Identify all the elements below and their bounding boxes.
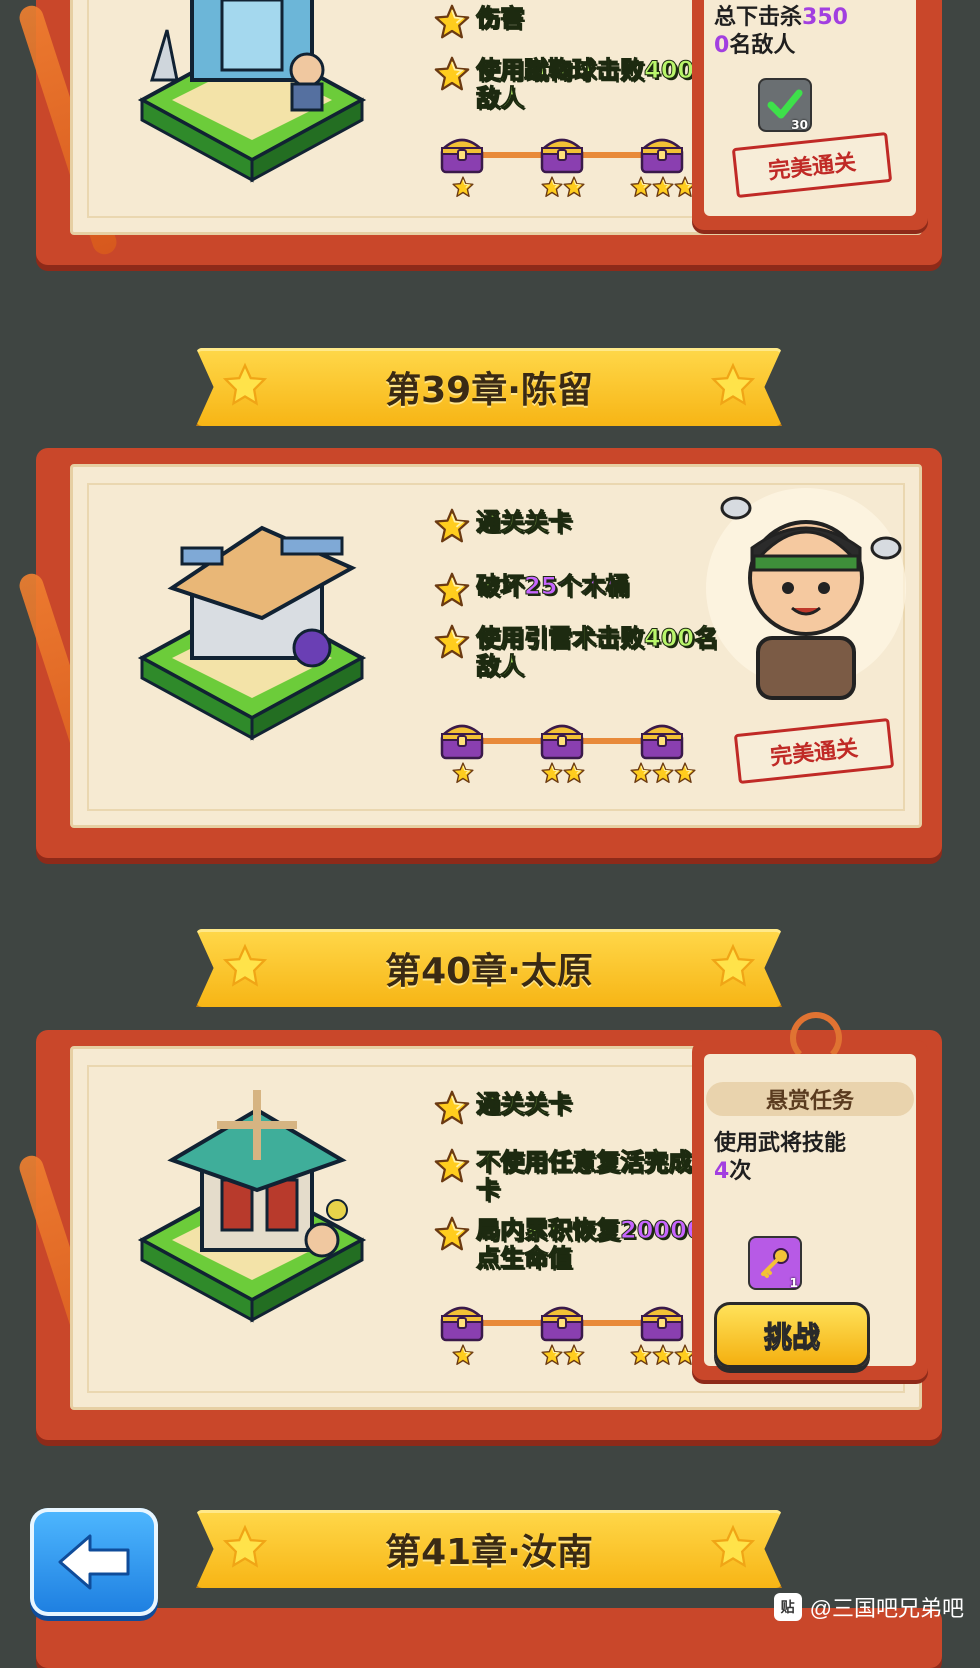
tower-island-illustration bbox=[137, 0, 367, 183]
treasure-chest-icon[interactable] bbox=[638, 130, 686, 176]
star-icon bbox=[222, 362, 268, 408]
star-icon bbox=[563, 1344, 585, 1366]
star-icon bbox=[630, 1344, 652, 1366]
star-icon bbox=[710, 362, 756, 408]
reward-item[interactable]: 1 bbox=[748, 1236, 802, 1290]
task-item: 伤害 bbox=[434, 4, 726, 40]
gold-star-icon bbox=[434, 4, 470, 40]
back-arrow-icon bbox=[58, 1534, 130, 1590]
purple-key-icon bbox=[761, 1248, 789, 1278]
challenge-button[interactable]: 挑战 bbox=[714, 1302, 870, 1368]
back-button[interactable] bbox=[30, 1508, 158, 1616]
gold-star-icon bbox=[434, 1216, 470, 1252]
treasure-chest-icon[interactable] bbox=[438, 716, 486, 762]
task-item: 使用蹴鞠球击败400名敌人 bbox=[434, 56, 726, 113]
task-text: 破坏25个木桶 bbox=[476, 572, 630, 601]
gold-star-icon bbox=[434, 508, 470, 544]
star-icon bbox=[452, 1344, 474, 1366]
chapter-title: 第41章·汝南 bbox=[385, 1532, 593, 1573]
treasure-chest-icon[interactable] bbox=[638, 1298, 686, 1344]
task-item: 破坏25个木桶 bbox=[434, 572, 726, 608]
star-icon bbox=[563, 762, 585, 784]
star-icon bbox=[222, 943, 268, 989]
treasure-chest-icon[interactable] bbox=[638, 716, 686, 762]
chapter-card: 伤害 使用蹴鞠球击败400名敌人 总下击杀350 0名敌人 30 完美通关 bbox=[16, 0, 942, 265]
gold-star-icon bbox=[434, 624, 470, 660]
bounty-title: 悬赏任务 bbox=[706, 1082, 914, 1116]
fortress-island-illustration bbox=[137, 1090, 367, 1323]
task-text: 通关关卡 bbox=[476, 508, 573, 537]
task-item: 通关关卡 bbox=[434, 1090, 726, 1126]
star-icon bbox=[541, 762, 563, 784]
star-icon bbox=[630, 176, 652, 198]
star-icon bbox=[710, 943, 756, 989]
task-text: 局内累积恢复20000点生命值 bbox=[476, 1216, 704, 1273]
star-icon bbox=[674, 762, 696, 784]
gold-star-icon bbox=[434, 56, 470, 92]
task-text: 使用蹴鞠球击败400名敌人 bbox=[475, 56, 719, 113]
chest-progress bbox=[438, 1298, 688, 1378]
hero-character-illustration bbox=[706, 488, 906, 700]
treasure-chest-icon[interactable] bbox=[438, 130, 486, 176]
task-text: 伤害 bbox=[476, 4, 525, 33]
gold-star-icon bbox=[434, 1148, 470, 1184]
treasure-chest-icon[interactable] bbox=[538, 1298, 586, 1344]
treasure-chest-icon[interactable] bbox=[538, 716, 586, 762]
chapter-card[interactable]: 通关关卡 不使用任意复活完成关卡 局内累积恢复20000点生命值 悬赏任务 使用… bbox=[16, 1012, 942, 1440]
treasure-chest-icon[interactable] bbox=[438, 1298, 486, 1344]
task-text: 通关关卡 bbox=[476, 1090, 573, 1119]
task-item: 不使用任意复活完成关卡 bbox=[434, 1148, 726, 1205]
watermark: 贴 @三国吧兄弟吧 bbox=[773, 1591, 964, 1623]
chapter-banner: 第41章·汝南 bbox=[196, 1510, 782, 1588]
chest-progress bbox=[438, 716, 688, 796]
house-island-illustration bbox=[137, 525, 367, 741]
star-icon bbox=[541, 1344, 563, 1366]
task-text: 使用引雷术击败400名敌人 bbox=[476, 624, 719, 681]
gold-star-icon bbox=[434, 572, 470, 608]
star-icon bbox=[563, 176, 585, 198]
bounty-description: 使用武将技能 4次 bbox=[714, 1131, 847, 1184]
treasure-chest-icon[interactable] bbox=[538, 130, 586, 176]
bounty-description: 总下击杀350 0名敌人 bbox=[714, 5, 848, 58]
tieba-logo-icon: 贴 bbox=[773, 1593, 802, 1621]
star-icon bbox=[710, 1524, 756, 1570]
star-icon bbox=[541, 176, 563, 198]
task-item: 使用引雷术击败400名敌人 bbox=[434, 624, 726, 681]
star-icon bbox=[652, 1344, 674, 1366]
star-icon bbox=[222, 1524, 268, 1570]
bounty-tag: 悬赏任务 使用武将技能 4次 1 挑战 bbox=[692, 1012, 928, 1380]
chapter-title: 第40章·太原 bbox=[385, 951, 593, 992]
star-icon bbox=[452, 176, 474, 198]
chest-progress bbox=[438, 130, 688, 210]
gold-star-icon bbox=[434, 1090, 470, 1126]
task-item: 局内累积恢复20000点生命值 bbox=[434, 1216, 726, 1273]
reward-item[interactable]: 30 bbox=[758, 78, 812, 132]
chapter-banner: 第39章·陈留 bbox=[196, 348, 782, 426]
star-icon bbox=[652, 762, 674, 784]
chapter-title: 第39章·陈留 bbox=[385, 370, 593, 411]
task-text: 不使用任意复活完成关卡 bbox=[476, 1148, 717, 1205]
chapter-banner: 第40章·太原 bbox=[196, 929, 782, 1007]
star-icon bbox=[652, 176, 674, 198]
chapter-card[interactable]: 通关关卡 破坏25个木桶 使用引雷术击败400名敌人 完美通关 bbox=[16, 448, 942, 858]
task-item: 通关关卡 bbox=[434, 508, 726, 544]
star-icon bbox=[630, 762, 652, 784]
bounty-tag: 总下击杀350 0名敌人 30 完美通关 bbox=[692, 0, 928, 230]
star-icon bbox=[452, 762, 474, 784]
